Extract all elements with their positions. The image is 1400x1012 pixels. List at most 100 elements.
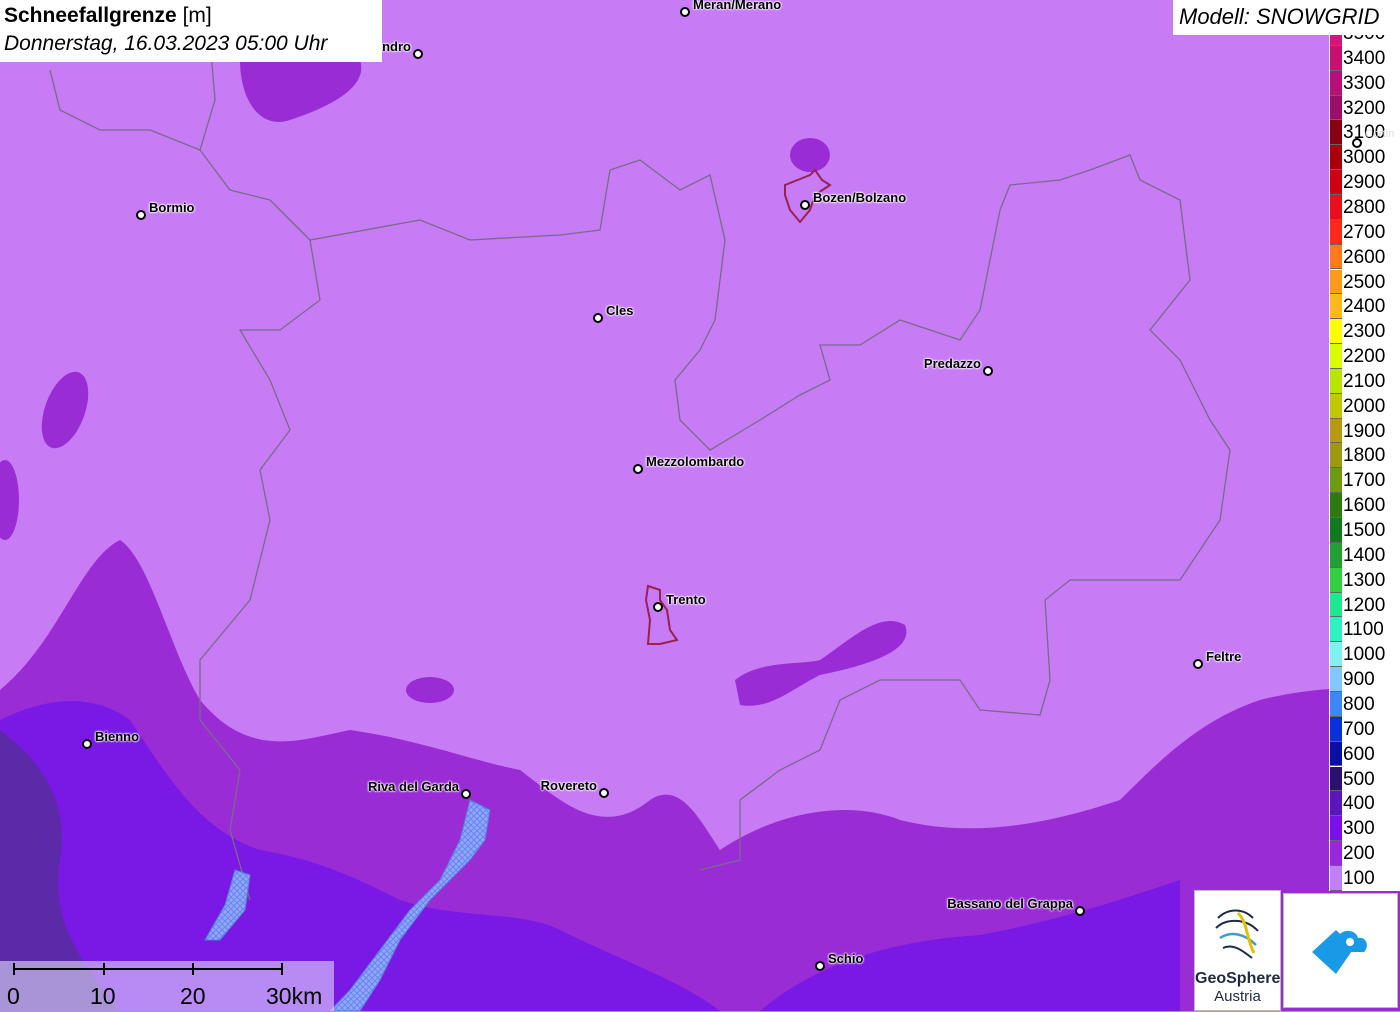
legend-swatch (1330, 766, 1342, 792)
legend-row: 1300 (1329, 567, 1400, 593)
legend-swatch (1330, 45, 1342, 71)
legend-swatch (1330, 642, 1342, 668)
city-marker[interactable] (1352, 138, 1362, 148)
legend-row: 2500 (1329, 269, 1400, 295)
legend-row: 2600 (1329, 244, 1400, 270)
legend-swatch (1330, 865, 1342, 891)
legend-label: 3200 (1343, 97, 1386, 119)
city-marker[interactable] (461, 789, 471, 799)
legend-swatch (1330, 294, 1342, 320)
legend-label: 3500 (1343, 35, 1385, 45)
legend-swatch (1330, 120, 1342, 146)
city-label[interactable]: Schio (828, 951, 863, 966)
city-marker[interactable] (1193, 659, 1203, 669)
legend-swatch (1330, 95, 1342, 121)
legend-row: 3300 (1329, 70, 1400, 96)
city-label[interactable]: Bassano del Grappa (947, 896, 1073, 911)
legend-label: 1900 (1343, 420, 1386, 442)
legend-label: 3400 (1343, 47, 1386, 69)
legend-row: 2100 (1329, 368, 1400, 394)
city-marker[interactable] (815, 961, 825, 971)
legend-row: 1600 (1329, 493, 1400, 518)
legend-swatch (1330, 741, 1342, 767)
city-label[interactable]: Riva del Garda (368, 779, 459, 794)
legend-row: 700 (1329, 716, 1400, 742)
city-marker[interactable] (680, 7, 690, 17)
legend-label: 1000 (1343, 644, 1386, 666)
legend-label: 2000 (1343, 395, 1386, 417)
legend-label: 2300 (1343, 321, 1386, 343)
city-label[interactable]: Rovereto (541, 778, 597, 793)
city-marker[interactable] (800, 200, 810, 210)
legend-label: 600 (1343, 743, 1375, 765)
legend-label: 1600 (1343, 495, 1386, 517)
geosphere-subtitle: Austria (1214, 988, 1261, 1005)
city-marker[interactable] (599, 788, 609, 798)
legend-row: 400 (1329, 791, 1400, 817)
city-label[interactable]: Feltre (1206, 649, 1241, 664)
legend-swatch (1330, 791, 1342, 817)
city-marker[interactable] (653, 602, 663, 612)
legend-label: 900 (1343, 669, 1375, 691)
legend-row: 1900 (1329, 418, 1400, 444)
city-label[interactable]: Mezzolombardo (646, 454, 744, 469)
legend-label: 1500 (1343, 520, 1386, 541)
legend-swatch (1330, 393, 1342, 419)
legend-swatch (1330, 518, 1342, 543)
scale-label-30: 30km (266, 983, 323, 1009)
city-label[interactable]: ndro (382, 39, 411, 54)
legend-row: 1400 (1329, 542, 1400, 568)
legend-row: 1800 (1329, 443, 1400, 469)
legend-label: 300 (1343, 818, 1375, 840)
legend-label: 200 (1343, 843, 1375, 865)
legend-label: 1400 (1343, 544, 1386, 566)
city-marker[interactable] (82, 739, 92, 749)
legend-label: 2400 (1343, 296, 1386, 318)
city-label[interactable]: Trento (666, 592, 706, 607)
legend-swatch (1330, 35, 1342, 46)
legend-row: 500 (1329, 766, 1400, 792)
city-label[interactable]: Cortin (1365, 128, 1394, 140)
legend-row: 2900 (1329, 170, 1400, 195)
city-label[interactable]: Bienno (95, 729, 139, 744)
patch-200-mid (406, 677, 454, 703)
scale-bar: 0 10 20 30km (0, 961, 334, 1011)
legend-label: 700 (1343, 718, 1375, 740)
city-label[interactable]: Bormio (149, 200, 195, 215)
legend-swatch (1330, 418, 1342, 444)
geosphere-icon (1214, 909, 1259, 959)
legend-row: 600 (1329, 741, 1400, 767)
app-logo[interactable] (1283, 893, 1398, 1008)
legend-swatch (1330, 468, 1342, 494)
legend-swatch (1330, 368, 1342, 394)
snowfall-map[interactable] (0, 0, 1400, 1011)
legend-swatch (1330, 493, 1342, 518)
legend-label: 2100 (1343, 370, 1386, 392)
city-marker[interactable] (983, 366, 993, 376)
model-label: Modell: SNOWGRID (1173, 0, 1400, 35)
city-marker[interactable] (136, 210, 146, 220)
legend-row: 100 (1329, 865, 1400, 891)
city-marker[interactable] (1075, 906, 1085, 916)
legend-row: 1100 (1329, 617, 1400, 643)
legend-swatch (1330, 716, 1342, 742)
legend-swatch (1330, 344, 1342, 369)
city-label[interactable]: Cles (606, 303, 633, 318)
legend-swatch (1330, 244, 1342, 270)
legend-label: 800 (1343, 693, 1375, 715)
city-label[interactable]: Meran/Merano (693, 0, 781, 12)
legend-row: 2000 (1329, 393, 1400, 419)
map-title: Schneefallgrenze [m] (4, 4, 212, 27)
city-marker[interactable] (593, 313, 603, 323)
geosphere-logo[interactable]: GeoSphere Austria (1194, 890, 1281, 1011)
legend-swatch (1330, 194, 1342, 220)
legend-row: 3400 (1329, 45, 1400, 71)
city-label[interactable]: Predazzo (924, 356, 981, 371)
map-datetime: Donnerstag, 16.03.2023 05:00 Uhr (4, 32, 328, 55)
legend-label: 1700 (1343, 470, 1386, 492)
city-marker[interactable] (633, 464, 643, 474)
city-marker[interactable] (413, 49, 423, 59)
city-label[interactable]: Bozen/Bolzano (813, 190, 906, 205)
legend-label: 1800 (1343, 445, 1386, 467)
legend-swatch (1330, 816, 1342, 842)
